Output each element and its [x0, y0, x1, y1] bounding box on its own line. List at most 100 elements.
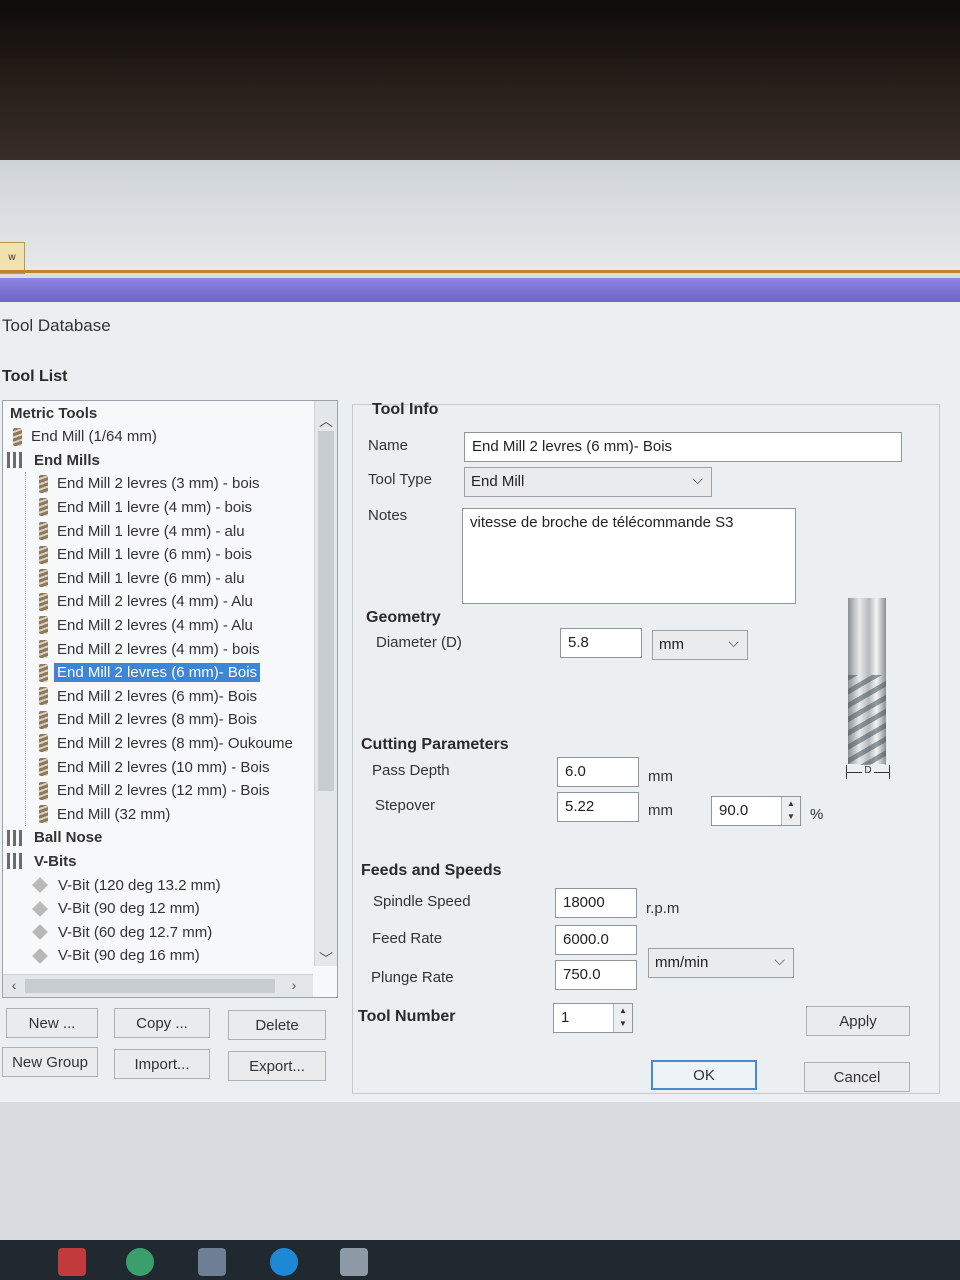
scroll-right-arrow-icon[interactable]: › [283, 977, 305, 993]
geometry-title: Geometry [366, 609, 441, 626]
edge-icon[interactable] [270, 1248, 298, 1276]
tool-group-icon [7, 829, 25, 846]
cutting-parameters-title: Cutting Parameters [361, 736, 509, 753]
tree-item[interactable]: End Mill 2 levres (4 mm) - Alu [39, 590, 256, 614]
tree-item[interactable]: End Mill 2 levres (3 mm) - bois [39, 472, 263, 496]
hscroll-thumb[interactable] [25, 979, 275, 993]
tree-item-label: End Mill 2 levres (4 mm) - Alu [57, 593, 253, 611]
tool-tree-items: Metric Tools End Mill (1/64 mm) End Mills E… [3, 401, 313, 966]
ok-button[interactable]: OK [651, 1060, 757, 1090]
tree-item[interactable]: End Mill 2 levres (10 mm) - Bois [39, 755, 273, 779]
tree-item-label: V-Bit (120 deg 13.2 mm) [58, 876, 221, 894]
stepover-input[interactable]: 5.22 [557, 792, 639, 822]
tree-item[interactable]: V-Bit (90 deg 12 mm) [32, 897, 203, 921]
spinner-arrows-icon[interactable]: ▲ ▼ [781, 797, 800, 825]
rate-unit-select[interactable]: mm/min ⌵ [648, 948, 794, 978]
spinner-arrows-icon[interactable]: ▲ ▼ [613, 1004, 632, 1032]
tree-item[interactable]: End Mill 2 levres (12 mm) - Bois [39, 779, 273, 803]
scroll-up-arrow-icon[interactable]: ︿ [315, 411, 337, 431]
end-mill-icon [39, 781, 48, 800]
end-mill-icon [39, 592, 48, 611]
name-label: Name [368, 437, 409, 454]
feed-rate-input[interactable]: 6000.0 [555, 925, 637, 955]
end-mill-icon [39, 474, 48, 493]
notes-label: Notes [368, 507, 408, 524]
tree-group[interactable]: Metric Tools [7, 401, 100, 425]
stepover-percent-spinner[interactable]: 90.0 ▲ ▼ [711, 796, 801, 826]
app-icon[interactable] [58, 1248, 86, 1276]
v-bit-icon [32, 947, 48, 964]
tree-item[interactable]: End Mill 2 levres (8 mm)- Bois [39, 708, 260, 732]
tool-tree[interactable]: Metric Tools End Mill (1/64 mm) End Mills E… [2, 400, 338, 998]
name-input[interactable]: End Mill 2 levres (6 mm)- Bois [464, 432, 902, 462]
tree-item[interactable]: End Mill 2 levres (8 mm)- Oukoume [39, 731, 296, 755]
import-button[interactable]: Import... [114, 1049, 210, 1079]
spindle-speed-unit: r.p.m [646, 900, 680, 917]
chevron-down-icon: ⌵ [774, 952, 785, 968]
tree-item-label: End Mill 2 levres (8 mm)- Oukoume [57, 734, 293, 752]
copy-button[interactable]: Copy ... [114, 1008, 210, 1038]
end-mill-icon [39, 498, 48, 517]
apply-button[interactable]: Apply [806, 1006, 910, 1036]
tree-group[interactable]: End Mills [7, 448, 103, 472]
tree-item[interactable]: End Mill 2 levres (4 mm) - bois [39, 637, 263, 661]
diameter-input[interactable]: 5.8 [560, 628, 642, 658]
feed-rate-label: Feed Rate [372, 930, 443, 947]
stepover-unit: mm [648, 802, 673, 819]
diameter-dimension-label: D [862, 765, 874, 776]
dialog-title-bar[interactable] [0, 278, 960, 302]
tree-item[interactable]: End Mill 1 levre (6 mm) - bois [39, 543, 255, 567]
tree-item[interactable]: V-Bit (90 deg 16 mm) [32, 944, 203, 966]
new-group-button[interactable]: New Group [2, 1047, 98, 1077]
browser-icon[interactable] [126, 1248, 154, 1276]
tree-item-label: Ball Nose [34, 829, 103, 847]
end-mill-icon [39, 805, 48, 824]
tree-vertical-scrollbar[interactable]: ︿ ﹀ [314, 401, 337, 969]
notes-textarea[interactable]: vitesse de broche de télécommande S3 [462, 508, 796, 604]
plunge-rate-input[interactable]: 750.0 [555, 960, 637, 990]
tree-group[interactable]: Ball Nose [7, 826, 105, 850]
scroll-down-arrow-icon[interactable]: ﹀ [315, 949, 337, 969]
tree-item[interactable]: End Mill (32 mm) [39, 802, 173, 826]
spindle-speed-input[interactable]: 18000 [555, 888, 637, 918]
tree-item-label: End Mill 2 levres (12 mm) - Bois [57, 782, 270, 800]
tree-item[interactable]: V-Bit (60 deg 12.7 mm) [32, 920, 215, 944]
tree-item[interactable]: End Mill 1 levre (4 mm) - bois [39, 495, 255, 519]
end-mill-icon [13, 427, 22, 446]
scroll-left-arrow-icon[interactable]: ‹ [3, 977, 25, 993]
tree-item[interactable]: End Mill 1 levre (4 mm) - alu [39, 519, 248, 543]
app-icon[interactable] [198, 1248, 226, 1276]
tool-number-spinner[interactable]: 1 ▲ ▼ [553, 1003, 633, 1033]
tool-group-icon [7, 452, 25, 469]
end-mill-flutes [848, 675, 886, 765]
cancel-button[interactable]: Cancel [804, 1062, 910, 1092]
app-toolbar-area [0, 160, 960, 270]
tool-type-label: Tool Type [368, 471, 432, 488]
end-mill-icon [39, 640, 48, 658]
diameter-unit-select[interactable]: mm ⌵ [652, 630, 748, 660]
tree-item-label: End Mill 2 levres (3 mm) - bois [57, 475, 260, 493]
new-button[interactable]: New ... [6, 1008, 98, 1038]
app-icon[interactable] [340, 1248, 368, 1276]
tree-item-label: V-Bits [34, 852, 77, 870]
scroll-thumb[interactable] [318, 431, 334, 791]
tree-item[interactable]: End Mill (1/64 mm) [13, 425, 160, 449]
tree-item[interactable]: End Mill 2 levres (6 mm)- Bois [39, 684, 260, 708]
end-mill-icon [39, 616, 48, 635]
tree-item[interactable]: End Mill 1 levre (6 mm) - alu [39, 566, 248, 590]
tree-horizontal-scrollbar[interactable]: ‹ › [3, 974, 313, 997]
tree-group[interactable]: V-Bits [7, 849, 80, 873]
end-mill-icon [39, 710, 48, 729]
export-button[interactable]: Export... [228, 1051, 326, 1081]
tool-type-select[interactable]: End Mill ⌵ [464, 467, 712, 497]
delete-button[interactable]: Delete [228, 1010, 326, 1040]
tree-item[interactable]: End Mill 2 levres (4 mm) - Alu [39, 613, 256, 637]
pass-depth-label: Pass Depth [372, 762, 450, 779]
tree-item[interactable]: End Mill 2 levres (6 mm)- Bois [39, 661, 261, 685]
taskbar [0, 1240, 960, 1280]
diameter-unit-value: mm [659, 636, 684, 653]
tree-item-label: End Mills [34, 451, 100, 469]
tree-item-label: End Mill 2 levres (6 mm)- Bois [54, 663, 261, 683]
tree-item[interactable]: V-Bit (120 deg 13.2 mm) [32, 873, 224, 897]
pass-depth-input[interactable]: 6.0 [557, 757, 639, 787]
